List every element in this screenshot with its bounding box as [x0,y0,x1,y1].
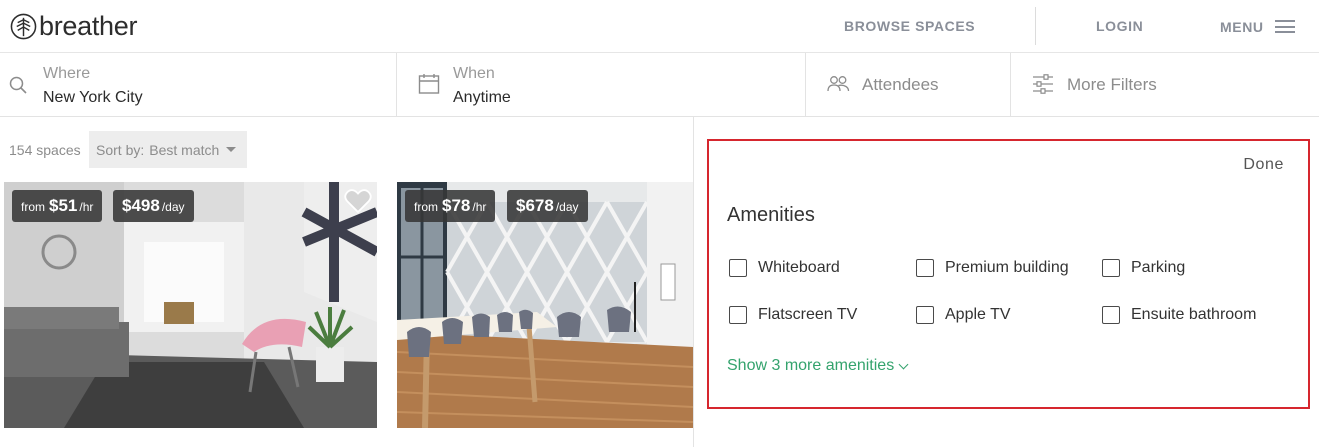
hourly-price-tag: from $51 /hr [12,190,103,222]
more-filters-field[interactable]: More Filters [1011,53,1319,117]
where-value[interactable]: New York City [43,89,143,107]
hamburger-icon [1274,20,1295,33]
done-button[interactable]: Done [1243,156,1284,174]
amenity-label: Apple TV [945,306,1011,323]
amenity-label: Parking [1131,259,1186,276]
login-link[interactable]: LOGIN [1096,0,1143,53]
checkbox[interactable] [729,259,747,277]
caret-down-icon [226,147,237,152]
amenity-parking[interactable]: Parking [1102,259,1185,277]
hourly-unit: /hr [472,200,487,214]
amenity-label: Whiteboard [758,259,840,276]
calendar-icon [418,74,440,94]
where-label: Where [43,65,91,82]
when-value[interactable]: Anytime [453,89,511,107]
results-count: 154 spaces [9,142,81,158]
menu-label: MENU [1220,18,1264,35]
top-header: breather BROWSE SPACES LOGIN MENU [0,0,1319,53]
browse-spaces-link[interactable]: BROWSE SPACES [844,0,975,53]
people-icon [827,76,850,92]
amenity-label: Premium building [945,259,1069,276]
show-more-amenities-link[interactable]: Show 3 more amenities [727,357,909,375]
amenity-apple-tv[interactable]: Apple TV [916,306,1011,324]
sliders-icon [1033,74,1053,94]
results-divider [693,117,694,447]
heart-icon[interactable] [344,188,372,214]
chevron-down-icon [898,359,909,369]
sort-label: Sort by: [96,141,145,158]
more-filters-label: More Filters [1067,75,1157,94]
search-icon [9,76,27,94]
price-from-label: from [21,200,45,214]
tree-logo-icon [10,13,37,39]
attendees-field[interactable]: Attendees [806,53,1011,117]
show-more-label: Show 3 more amenities [727,357,895,374]
nav-divider [1035,7,1036,45]
amenity-label: Ensuite bathroom [1131,306,1257,323]
sort-value: Best match [149,141,220,158]
amenity-premium-building[interactable]: Premium building [916,259,1069,277]
daily-price-tag: $678 /day [507,190,588,222]
amenities-filter-panel: Done Amenities Whiteboard Premium buildi… [707,139,1310,409]
amenity-label: Flatscreen TV [758,306,858,323]
hourly-price: $51 [49,196,78,215]
hourly-price-tag: from $78 /hr [405,190,496,222]
where-field[interactable]: Where New York City [0,53,397,117]
space-card[interactable]: from $78 /hr $678 /day [397,182,693,428]
hourly-unit: /hr [79,200,94,214]
attendees-label: Attendees [862,75,939,94]
logo-wordmark: breather [39,11,138,41]
daily-unit: /day [555,200,579,214]
sort-dropdown[interactable]: Sort by: Best match [89,131,247,168]
search-bar: Where New York City When Anytime Attende… [0,53,1319,117]
checkbox[interactable] [916,259,934,277]
results-toolbar: 154 spaces Sort by: Best match [0,131,694,169]
daily-price-tag: $498 /day [113,190,194,222]
breather-logo[interactable]: breather [10,11,137,41]
when-label: When [453,65,495,82]
hourly-price: $78 [442,196,471,215]
space-card[interactable]: from $51 /hr $498 /day [4,182,377,428]
amenity-flatscreen-tv[interactable]: Flatscreen TV [729,306,857,324]
checkbox[interactable] [729,306,747,324]
price-from-label: from [414,200,438,214]
daily-price: $498 [122,196,160,215]
checkbox[interactable] [1102,259,1120,277]
amenity-whiteboard[interactable]: Whiteboard [729,259,840,277]
menu-button[interactable]: MENU [1220,0,1295,53]
when-field[interactable]: When Anytime [397,53,806,117]
amenities-title: Amenities [727,204,815,226]
checkbox[interactable] [916,306,934,324]
daily-price: $678 [516,196,554,215]
daily-unit: /day [161,200,185,214]
checkbox[interactable] [1102,306,1120,324]
amenity-ensuite-bathroom[interactable]: Ensuite bathroom [1102,306,1256,324]
